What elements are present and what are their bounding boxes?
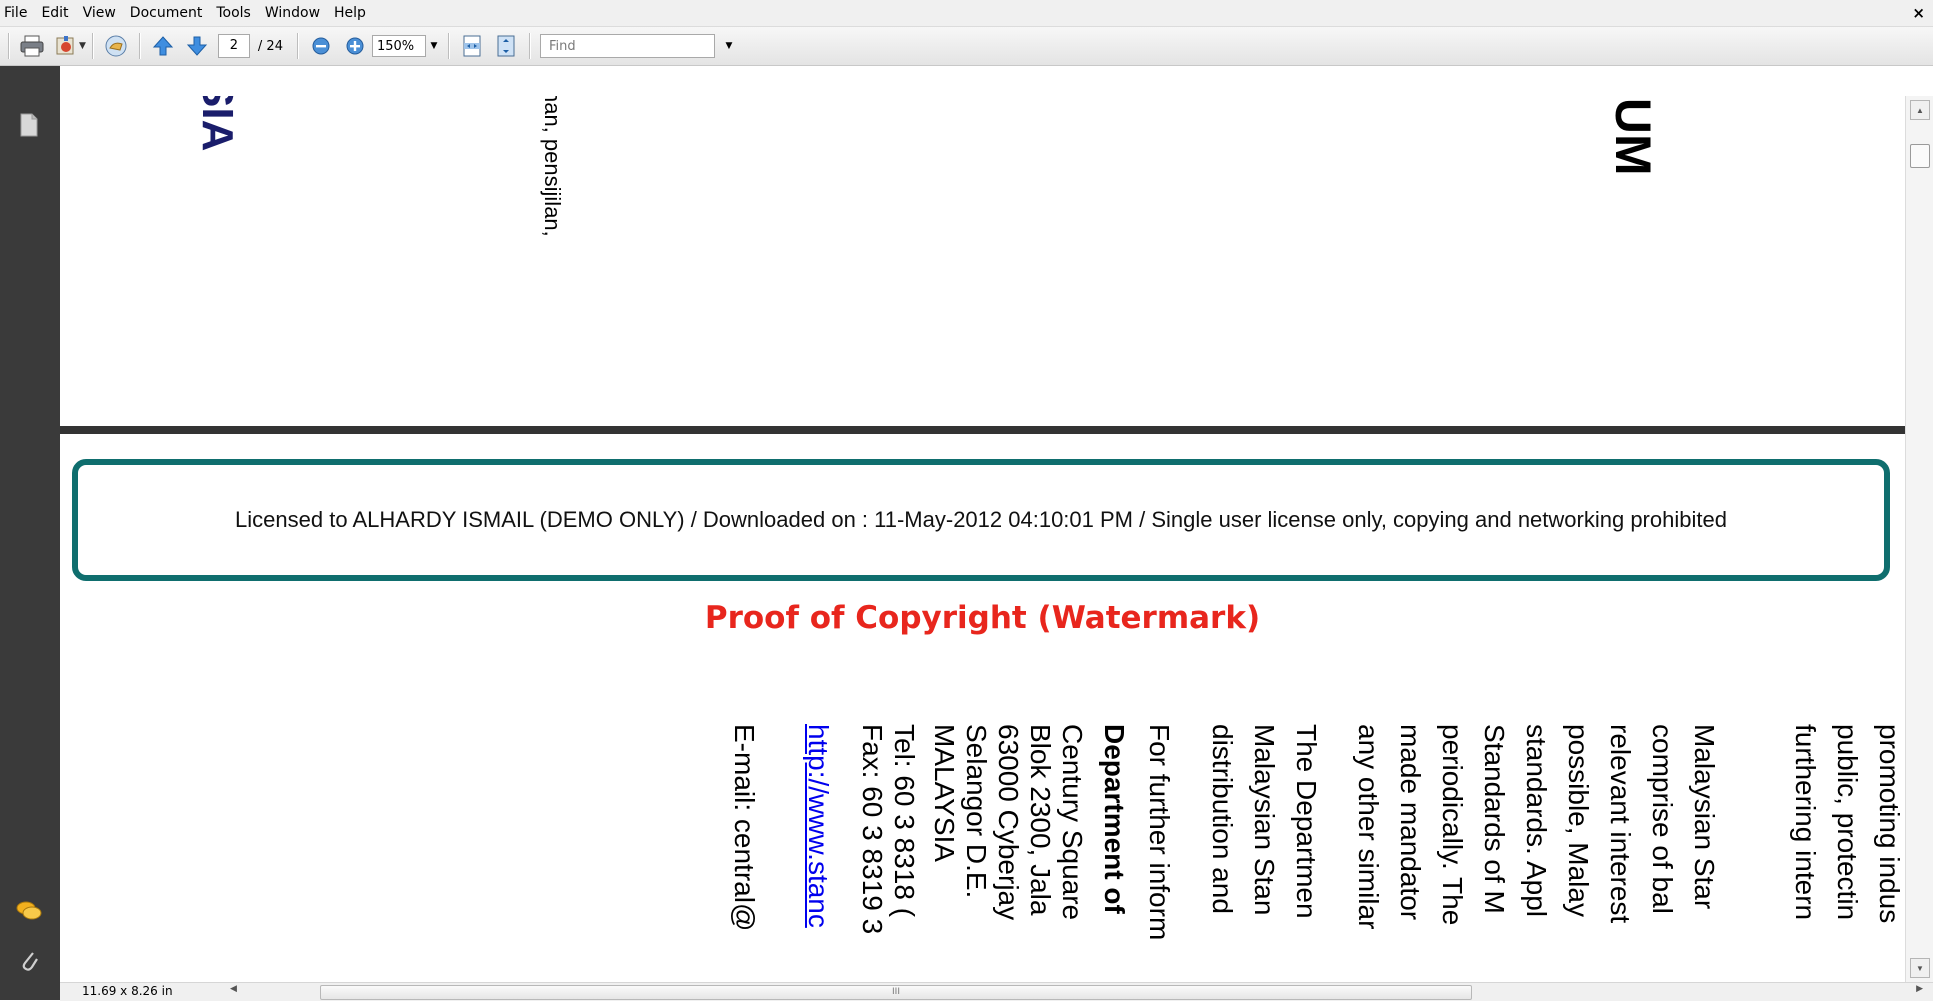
toolbar-grip [8, 33, 9, 59]
fit-page-button[interactable] [491, 31, 521, 61]
document-view: SIA nan, pensijilan, IUM Licensed to ALH… [60, 96, 1905, 982]
next-page-icon [186, 36, 208, 56]
left-panel-top [0, 66, 60, 96]
rotated-text-line: promoting indus [1874, 724, 1905, 924]
rotated-text-line: Fax: 60 3 8319 3 [857, 724, 888, 935]
rotated-text-pensijilan: nan, pensijilan, [540, 96, 565, 237]
pages-panel-button[interactable] [14, 110, 44, 140]
horizontal-scroll-thumb[interactable]: III [320, 985, 1472, 1000]
close-document-button[interactable]: × [1912, 0, 1925, 26]
vertical-scrollbar[interactable]: ▲ ▼ [1905, 96, 1933, 982]
toolbar-separator [528, 33, 530, 59]
fit-width-icon [463, 35, 481, 57]
fit-page-icon [497, 35, 515, 57]
zoom-level-input[interactable]: 150% [371, 35, 426, 57]
page-number-input[interactable]: 2 [217, 34, 250, 58]
status-bar: 11.69 x 8.26 in ◀ III ▶ [60, 982, 1933, 1001]
toolbar-separator [138, 33, 140, 59]
toolbar: ▼ 2 / 24 150% ▼ Find ▼ [0, 27, 1933, 66]
rotated-text-line: any other similar [1353, 724, 1384, 930]
rotated-text-line: MALAYSIA [929, 724, 960, 862]
rotated-text-heading: Department of [1099, 724, 1130, 914]
rotated-title-fragment: SIA [193, 96, 242, 152]
rotated-text-line: Standards of M [1479, 724, 1510, 914]
vertical-scroll-thumb[interactable] [1910, 144, 1930, 168]
share-button[interactable] [51, 31, 81, 61]
zoom-out-icon [312, 37, 330, 55]
rotated-text-line: Malaysian Star [1689, 724, 1720, 910]
menu-help[interactable]: Help [327, 0, 373, 26]
page-size-label: 11.69 x 8.26 in [82, 984, 173, 998]
pages-icon [20, 113, 38, 137]
rotated-text-line: relevant interest [1605, 724, 1636, 924]
menu-file[interactable]: File [0, 0, 34, 26]
toolbar-separator [447, 33, 449, 59]
find-dropdown-icon[interactable]: ▼ [721, 35, 737, 57]
comments-panel-button[interactable] [14, 896, 44, 926]
fit-width-button[interactable] [457, 31, 487, 61]
scroll-left-icon[interactable]: ◀ [230, 984, 237, 994]
print-button[interactable] [17, 31, 47, 61]
attachments-icon [22, 952, 38, 971]
rotated-text-line: distribution and [1207, 724, 1238, 914]
print-icon [20, 35, 44, 57]
menu-bar: File Edit View Document Tools Window Hel… [0, 0, 1933, 27]
rotated-title-fragment-right: IUM [1605, 96, 1661, 176]
page-total: / 24 [257, 38, 283, 54]
menu-edit[interactable]: Edit [34, 0, 75, 26]
rotated-text-line: Malaysian Stan [1249, 724, 1280, 916]
watermark-callout-box: Licensed to ALHARDY ISMAIL (DEMO ONLY) /… [72, 459, 1890, 581]
rotated-text-line: For further inform [1144, 724, 1175, 941]
rotated-text-line: periodically. The [1437, 724, 1468, 926]
rotated-text-line: made mandator [1395, 724, 1426, 921]
attachments-panel-button[interactable] [14, 946, 44, 976]
rotated-text-line: standards. Appl [1521, 724, 1552, 918]
website-link[interactable]: http://www.stanc [802, 724, 834, 928]
toolbar-separator [296, 33, 298, 59]
collaborate-button[interactable] [101, 31, 131, 61]
document-top-strip [60, 66, 1933, 96]
menu-tools[interactable]: Tools [209, 0, 258, 26]
comments-icon [16, 901, 42, 920]
menu-window[interactable]: Window [258, 0, 327, 26]
scroll-right-icon[interactable]: ▶ [1916, 984, 1923, 994]
share-dropdown-icon[interactable]: ▼ [79, 41, 86, 51]
scroll-down-icon[interactable]: ▼ [1910, 958, 1930, 978]
zoom-out-button[interactable] [306, 31, 336, 61]
toolbar-separator [91, 33, 93, 59]
find-input[interactable]: Find [539, 34, 715, 58]
previous-page-icon [152, 36, 174, 56]
hand-collaborate-icon [105, 35, 127, 57]
proof-of-copyright-label: Proof of Copyright (Watermark) [704, 600, 1261, 636]
rotated-text-line: furthering intern [1790, 724, 1821, 921]
share-icon [56, 36, 74, 55]
page-break-bar [60, 426, 1905, 434]
email-line: E-mail: central@ [729, 724, 760, 932]
next-page-button[interactable] [182, 31, 212, 61]
scroll-up-icon[interactable]: ▲ [1910, 100, 1930, 120]
rotated-text-line: Blok 2300, Jala [1025, 724, 1056, 916]
rotated-text-line: Tel: 60 3 8318 ( [889, 724, 920, 918]
zoom-dropdown-icon[interactable]: ▼ [426, 35, 442, 57]
rotated-text-line: The Departmen [1291, 724, 1322, 919]
rotated-text-line: comprise of bal [1647, 724, 1678, 914]
rotated-text-line: Selangor D.E. [961, 724, 992, 899]
zoom-in-button[interactable] [340, 31, 370, 61]
rotated-text-line: 63000 Cyberjay [993, 724, 1024, 921]
previous-page-button[interactable] [148, 31, 178, 61]
left-panel-bottom [0, 982, 60, 1000]
rotated-text-line: public, protectin [1832, 724, 1863, 921]
rotated-text-line: possible, Malay [1563, 724, 1594, 917]
menu-view[interactable]: View [76, 0, 123, 26]
navigation-panel [0, 96, 60, 1000]
rotated-text-line: Century Square [1057, 724, 1088, 921]
menu-document[interactable]: Document [123, 0, 210, 26]
zoom-in-icon [346, 37, 364, 55]
license-watermark-text: Licensed to ALHARDY ISMAIL (DEMO ONLY) /… [235, 507, 1727, 532]
